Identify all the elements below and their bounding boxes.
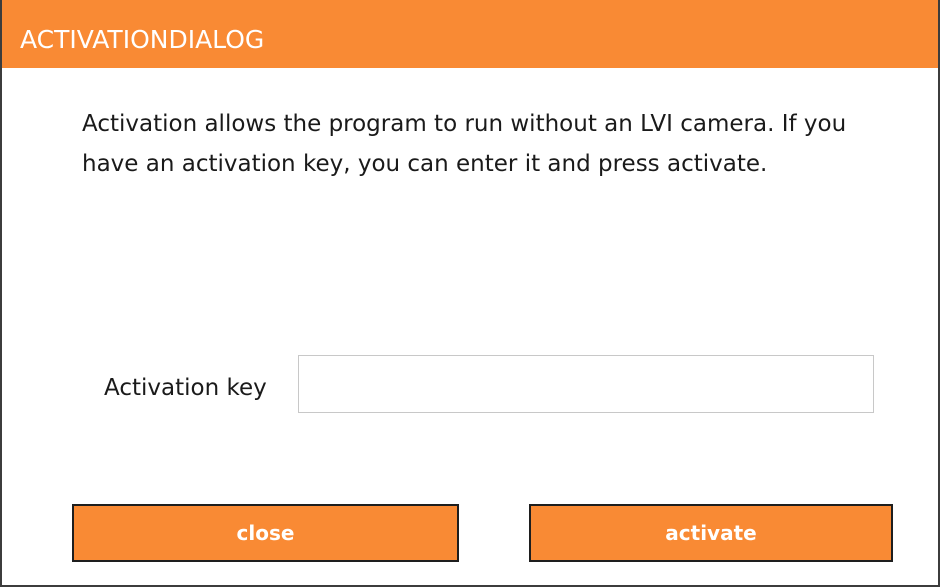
dialog-title: ACTIVATIONDIALOG [20, 25, 265, 54]
activation-description: Activation allows the program to run wit… [82, 111, 847, 177]
activate-button[interactable]: activate [529, 504, 893, 562]
activation-key-input[interactable] [298, 355, 874, 413]
activation-key-label: Activation key [104, 375, 267, 401]
dialog-titlebar: ACTIVATIONDIALOG [2, 0, 938, 68]
close-button[interactable]: close [72, 504, 459, 562]
activation-dialog: ACTIVATIONDIALOG Activation allows the p… [0, 0, 940, 587]
